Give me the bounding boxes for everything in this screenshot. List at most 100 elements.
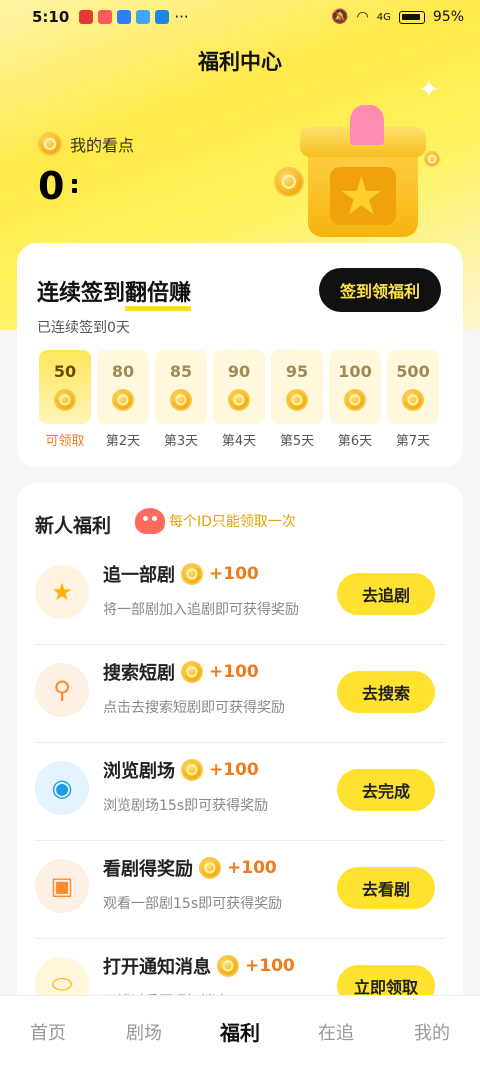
- detail-arrow-icon: [72, 179, 78, 193]
- task-reward: +100: [209, 760, 259, 780]
- task-item: ★ 追一部剧 +100 将一部剧加入追剧即可获得奖励 去追剧: [35, 547, 445, 645]
- coin-icon: [170, 389, 192, 411]
- task-name: 浏览剧场 +100: [103, 757, 259, 783]
- day-box: 80: [97, 350, 149, 424]
- newbie-card: 新人福利 每个ID只能领取一次 ★ 追一部剧 +100 将一部剧加入追剧即可获得…: [17, 483, 463, 1043]
- coin-icon: [54, 389, 76, 411]
- day-label: 第4天: [221, 434, 257, 449]
- day-box: 500: [387, 350, 439, 424]
- day-amount: 90: [227, 362, 251, 381]
- day-amount: 50: [53, 362, 77, 381]
- day-item[interactable]: 95 第5天: [271, 350, 323, 449]
- checkin-card: 连续签到翻倍赚 已连续签到0天 签到领福利 50 可领取 80 第2天 85 第…: [17, 243, 463, 467]
- battery-icon: [398, 10, 425, 24]
- more-notifications-icon: ···: [174, 8, 189, 26]
- day-item[interactable]: 85 第3天: [155, 350, 207, 449]
- task-button[interactable]: 去完成: [337, 769, 435, 811]
- task-button[interactable]: 去追剧: [337, 573, 435, 615]
- task-name: 搜索短剧 +100: [103, 659, 259, 685]
- task-reward: +100: [209, 564, 259, 584]
- day-box: 85: [155, 350, 207, 424]
- task-name-text: 搜索短剧: [103, 663, 175, 684]
- coin-icon: [112, 389, 134, 411]
- tab-following[interactable]: 在追: [288, 1019, 384, 1045]
- day-amount: 85: [169, 362, 193, 381]
- checkin-title-highlight: 翻倍赚: [125, 281, 192, 311]
- task-name-text: 看剧得奖励: [103, 859, 193, 880]
- day-label: 第3天: [163, 434, 199, 449]
- day-amount: 95: [285, 362, 309, 381]
- task-name-text: 追一部剧: [103, 565, 175, 586]
- day-label: 第2天: [105, 434, 141, 449]
- task-desc: 浏览剧场15s即可获得奖励: [103, 798, 269, 814]
- day-label: 第6天: [337, 434, 373, 449]
- bottom-tab-bar: 首页 剧场 福利 在追 我的: [0, 995, 480, 1067]
- app-notification-icon: [155, 10, 170, 24]
- day-label: 第5天: [279, 434, 315, 449]
- task-item: ◉ 浏览剧场 +100 浏览剧场15s即可获得奖励 去完成: [35, 743, 445, 841]
- task-name: 看剧得奖励 +100: [103, 855, 277, 881]
- task-desc: 观看一部剧15s即可获得奖励: [103, 896, 283, 912]
- task-desc: 将一部剧加入追剧即可获得奖励: [103, 602, 299, 618]
- task-name: 追一部剧 +100: [103, 561, 259, 587]
- coin-icon: [402, 389, 424, 411]
- day-box: 100: [329, 350, 381, 424]
- gift-box-illustration: ★ ✦: [274, 75, 440, 240]
- crab-mascot-icon: [135, 508, 165, 534]
- battery-percent: 95%: [432, 9, 464, 25]
- checkin-button[interactable]: 签到领福利: [319, 268, 441, 312]
- day-amount: 100: [338, 362, 372, 381]
- task-reward: +100: [209, 662, 259, 682]
- coin-icon: [286, 389, 308, 411]
- checkin-title-prefix: 连续签到: [37, 281, 126, 306]
- sparkle-icon: ✦: [418, 75, 440, 105]
- task-name-text: 打开通知消息: [103, 957, 211, 978]
- task-name-text: 浏览剧场: [103, 761, 175, 782]
- coin-icon: [424, 151, 440, 167]
- task-button[interactable]: 去看剧: [337, 867, 435, 909]
- gift-ribbon: [350, 105, 384, 145]
- task-reward: +100: [245, 956, 295, 976]
- day-item[interactable]: 100 第6天: [329, 350, 381, 449]
- task-name: 打开通知消息 +100: [103, 953, 295, 979]
- coin-icon: [181, 563, 203, 585]
- search-icon: ⚲: [35, 663, 89, 717]
- day-item[interactable]: 50 可领取: [39, 350, 91, 449]
- points-label-text: 我的看点: [70, 136, 135, 155]
- coin-icon: [344, 389, 366, 411]
- star-icon: ★: [35, 565, 89, 619]
- coin-icon: [274, 167, 304, 197]
- newbie-title: 新人福利: [35, 515, 112, 537]
- status-bar: 5:10 ··· 🔕 ◠ 4G 95%: [0, 0, 480, 34]
- tab-theater[interactable]: 剧场: [96, 1019, 192, 1045]
- status-time: 5:10: [32, 8, 70, 26]
- wifi-icon: ◠: [356, 9, 369, 25]
- tab-welfare[interactable]: 福利: [192, 1017, 288, 1046]
- coin-icon: [181, 759, 203, 781]
- day-item[interactable]: 90 第4天: [213, 350, 265, 449]
- coin-icon: [199, 857, 221, 879]
- checkin-title: 连续签到翻倍赚: [37, 275, 192, 311]
- points-number: 0: [38, 164, 65, 208]
- app-notification-icon: [79, 10, 94, 24]
- day-item[interactable]: 80 第2天: [97, 350, 149, 449]
- day-item[interactable]: 500 第7天: [387, 350, 439, 449]
- app-notification-icon: [98, 10, 113, 24]
- tv-icon: ▣: [35, 859, 89, 913]
- task-item: ⚲ 搜索短剧 +100 点击去搜索短剧即可获得奖励 去搜索: [35, 645, 445, 743]
- day-label: 可领取: [45, 434, 85, 449]
- signal-icon: 4G: [376, 11, 391, 23]
- tab-home[interactable]: 首页: [0, 1019, 96, 1045]
- checkin-subtitle: 已连续签到0天: [37, 320, 130, 336]
- checkin-days: 50 可领取 80 第2天 85 第3天 90 第4天 95 第5天 100 第…: [39, 350, 439, 449]
- newbie-note: 每个ID只能领取一次: [135, 508, 296, 534]
- page-title: 福利中心: [198, 50, 282, 74]
- coin-icon: [38, 132, 62, 156]
- tab-mine[interactable]: 我的: [384, 1019, 480, 1045]
- newbie-note-text: 每个ID只能领取一次: [169, 514, 296, 530]
- task-button[interactable]: 去搜索: [337, 671, 435, 713]
- star-mascot-icon: ★: [338, 167, 385, 227]
- app-notification-icon: [136, 10, 151, 24]
- coin-icon: [217, 955, 239, 977]
- points-value[interactable]: 0: [38, 164, 78, 208]
